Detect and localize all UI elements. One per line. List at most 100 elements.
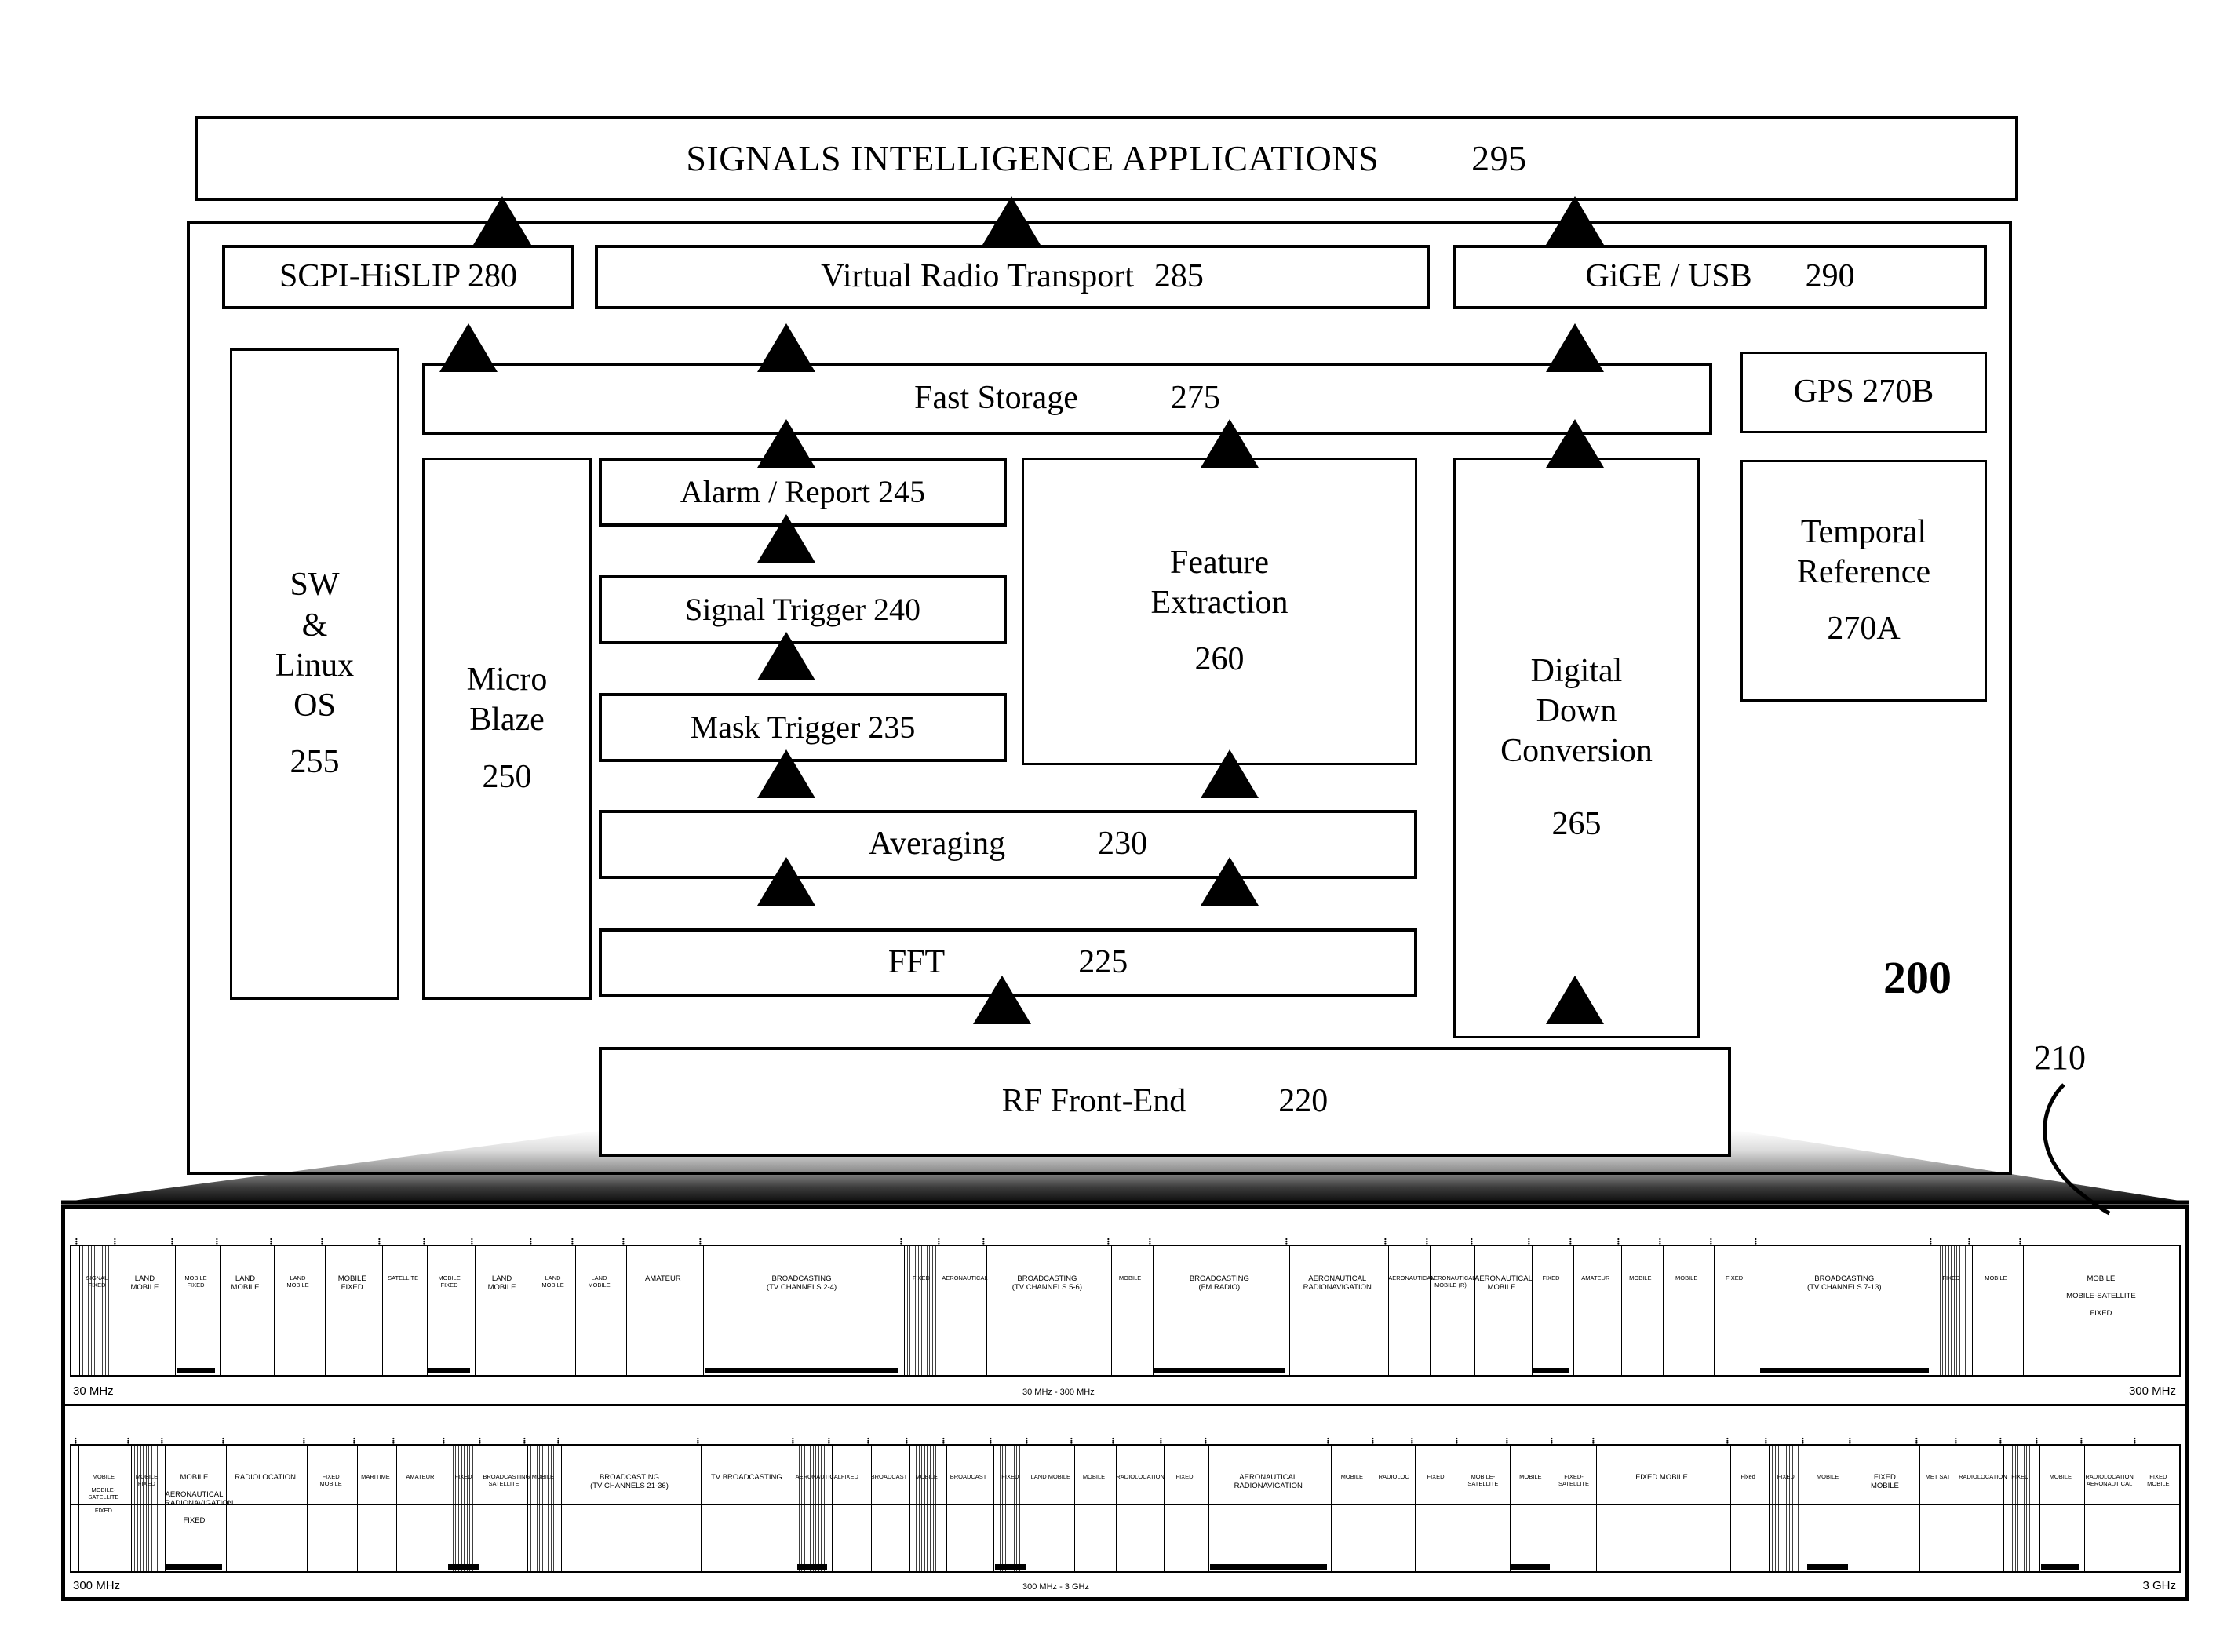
arrow-fft-to-averaging-right	[1201, 857, 1259, 906]
block-ref: 265	[1551, 806, 1602, 843]
spectrum-micro-divider	[82, 1246, 84, 1375]
spectrum-band-label: LAND MOBILE	[487, 1274, 516, 1292]
spectrum-band-label: BROADCASTING (TV CHANNELS 5-6)	[1011, 1274, 1082, 1292]
spectrum-band-label: FIXED	[1726, 1274, 1744, 1282]
spectrum-band-label: FIXED	[1175, 1473, 1194, 1481]
spectrum-micro-divider	[804, 1446, 805, 1571]
block-ref: 270A	[1827, 611, 1901, 647]
arrow-ddc-to-storage	[1546, 419, 1604, 468]
spectrum-band-label: BROADCAST	[870, 1473, 908, 1481]
block-rf-front-end[interactable]: RF Front-End 220	[599, 1047, 1731, 1157]
spectrum-band-label: AERONAUTICAL	[1388, 1274, 1434, 1282]
spectrum-row-2: ••• ••• ••• ••• ••• ••• ••• ••• ••• ••• ••• ••• ••• •…	[65, 1406, 2185, 1597]
spectrum-micro-divider	[2026, 1446, 2028, 1571]
block-fast-storage[interactable]: Fast Storage 275	[422, 363, 1712, 435]
block-label-stack: SW & Linux OS 255	[275, 565, 354, 782]
spectrum-frequency-tick: •••	[376, 1238, 384, 1245]
spectrum-micro-divider	[541, 1446, 543, 1571]
spectrum-band-label: FIXED MOBILE	[2147, 1473, 2170, 1487]
spectrum-micro-divider	[148, 1446, 150, 1571]
spectrum-service-block	[1511, 1564, 1550, 1570]
spectrum-micro-divider	[1939, 1246, 1941, 1375]
block-temporal-reference[interactable]: Temporal Reference 270A	[1740, 460, 1987, 702]
spectrum-band-label: AERONAUTICAL RADIONAVIGATION	[1234, 1473, 1303, 1490]
spectrum-micro-divider	[1942, 1246, 1944, 1375]
spectrum-frequency-tick: •••	[1566, 1238, 1574, 1245]
spectrum-band-divider	[307, 1446, 308, 1571]
block-label: FFT	[888, 944, 946, 981]
block-gps[interactable]: GPS 270B	[1740, 352, 1987, 433]
block-gige-usb[interactable]: GiGE / USB 290	[1453, 245, 1987, 309]
spectrum-band-label: MOBILE FIXED	[337, 1274, 366, 1292]
spectrum-frequency-tick: •••	[1656, 1238, 1664, 1245]
spectrum-frequency-tick: •••	[1157, 1437, 1165, 1444]
spectrum-micro-divider	[798, 1446, 800, 1571]
spectrum-micro-divider	[1775, 1446, 1776, 1571]
block-signals-intelligence-applications[interactable]: SIGNALS INTELLIGENCE APPLICATIONS 295	[195, 116, 2018, 201]
spectrum-service-block	[1759, 1368, 1929, 1373]
figure-canvas: SIGNALS INTELLIGENCE APPLICATIONS 295 SC…	[0, 0, 2238, 1652]
arrow-rf-to-ddc	[1546, 976, 1604, 1024]
spectrum-band-divider	[986, 1246, 988, 1375]
spectrum-frequency-tick: •••	[1104, 1238, 1112, 1245]
block-feature-extraction[interactable]: Feature Extraction 260	[1022, 458, 1417, 765]
spectrum-micro-divider	[1965, 1246, 1966, 1375]
block-label: Mask Trigger 235	[690, 709, 916, 745]
spectrum-row-2-topnumbers: ••• ••• ••• ••• ••• ••• ••• ••• ••• ••• ••• ••• ••• •…	[70, 1409, 2181, 1444]
spectrum-band-divider	[946, 1446, 947, 1571]
spectrum-band-label: MET SAT	[1925, 1473, 1951, 1481]
spectrum-band-label: MOBILE FIXED	[184, 1274, 207, 1289]
spectrum-frequency-tick: •••	[1325, 1437, 1332, 1444]
spectrum-band-divider	[2084, 1446, 2086, 1571]
spectrum-frequency-tick: •••	[220, 1437, 228, 1444]
spectrum-frequency-tick: •••	[319, 1238, 326, 1245]
spectrum-frequency-tick: •••	[1913, 1437, 1921, 1444]
spectrum-band-divider	[175, 1246, 177, 1375]
block-micro-blaze[interactable]: Micro Blaze 250	[422, 458, 592, 1000]
spectrum-band-divider	[903, 1246, 905, 1375]
spectrum-band-divider	[626, 1246, 628, 1375]
block-label-line2: Reference	[1796, 553, 1931, 590]
spectrum-micro-divider	[1956, 1246, 1958, 1375]
spectrum-band-label: TV BROADCASTING	[710, 1473, 782, 1482]
spectrum-frequency-tick: •••	[897, 1238, 905, 1245]
spectrum-service-block	[704, 1368, 899, 1373]
spectrum-frequency-tick: •••	[1997, 1437, 2004, 1444]
spectrum-frequency-tick: •••	[987, 1437, 994, 1444]
block-scpi-hislip[interactable]: SCPI-HiSLIP 280	[222, 245, 574, 309]
spectrum-frequency-tick: •••	[569, 1238, 576, 1245]
spectrum-micro-divider	[134, 1446, 136, 1571]
block-label-line4: OS	[293, 687, 336, 724]
spectrum-service-block	[428, 1368, 470, 1373]
block-ref: 220	[1278, 1083, 1329, 1120]
spectrum-micro-divider	[472, 1446, 473, 1571]
spectrum-frequency-tick: •••	[1952, 1437, 1960, 1444]
arrow-averaging-to-mask-trigger	[757, 749, 815, 798]
spectrum-frequency-tick: •••	[476, 1437, 484, 1444]
spectrum-micro-divider	[1791, 1446, 1793, 1571]
spectrum-frequency-tick: •••	[1023, 1437, 1031, 1444]
spectrum-band-divider	[831, 1446, 833, 1571]
spectrum-band-divider	[1769, 1446, 1770, 1571]
spectrum-micro-divider	[550, 1446, 552, 1571]
spectrum-frequency-tick: •••	[1503, 1437, 1511, 1444]
block-label: GiGE / USB	[1585, 258, 1752, 295]
spectrum-band-divider	[226, 1446, 228, 1571]
spectrum-micro-divider	[108, 1246, 109, 1375]
spectrum-frequency-tick: •••	[440, 1437, 448, 1444]
spectrum-micro-divider	[464, 1446, 465, 1571]
spectrum-micro-divider	[1789, 1446, 1790, 1571]
block-averaging[interactable]: Averaging 230	[599, 810, 1417, 879]
spectrum-micro-divider	[918, 1246, 919, 1375]
block-virtual-radio-transport[interactable]: Virtual Radio Transport 285	[595, 245, 1430, 309]
spectrum-band-divider	[870, 1446, 872, 1571]
spectrum-band-divider	[1152, 1246, 1154, 1375]
spectrum-micro-divider	[915, 1246, 917, 1375]
spectrum-band-divider	[1971, 1246, 1973, 1375]
block-label: Averaging	[868, 826, 1006, 862]
spectrum-micro-divider	[1948, 1246, 1949, 1375]
block-sw-linux-os[interactable]: SW & Linux OS 255	[230, 348, 399, 1000]
spectrum-allocation-chart[interactable]: ••• ••• ••• ••• ••• ••• ••• ••• ••• ••• ••• ••• ••• •…	[61, 1205, 2189, 1601]
block-digital-down-conversion[interactable]: Digital Down Conversion 265	[1453, 458, 1700, 1038]
spectrum-band-label: RADIOLOCATION	[1116, 1473, 1165, 1481]
